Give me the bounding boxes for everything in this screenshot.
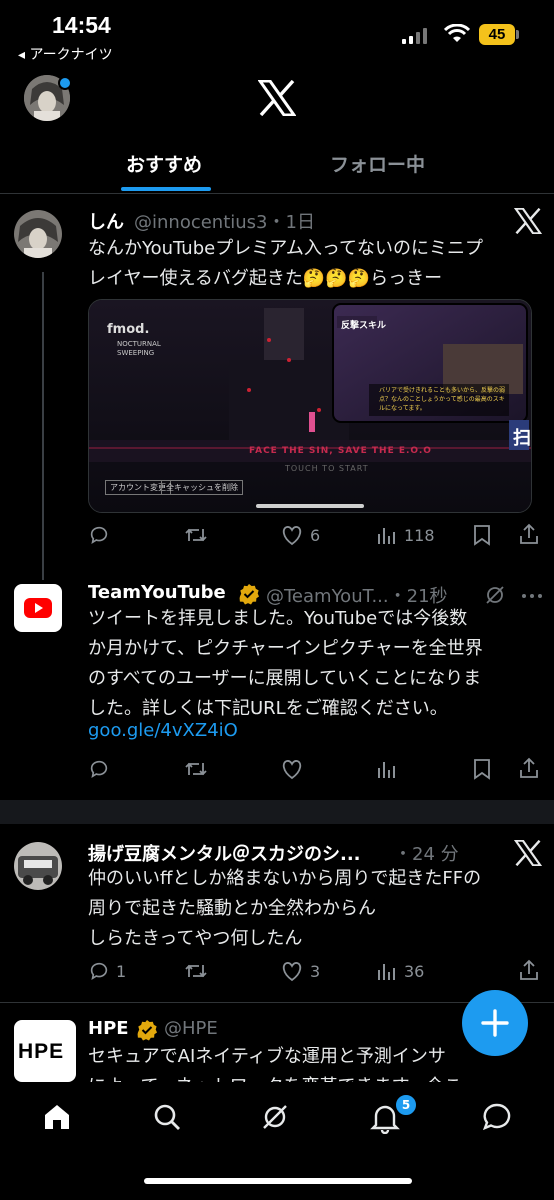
grok-icon[interactable] [260,1102,290,1132]
cellular-signal-icon [402,28,427,44]
tweet-text: ツイートを拝見しました。YouTubeでは今後数 か月かけて、ピクチャーインピク… [88,608,483,719]
tweet-author-name[interactable]: TeamYouTube [88,582,226,603]
media-game-title: NOCTURNAL SWEEPING [117,340,161,357]
grok-icon[interactable] [484,584,506,606]
views-icon [378,528,395,544]
tweet-author-name[interactable]: HPE [88,1018,129,1039]
status-time: 14:54 [52,12,111,38]
views-count: 36 [404,961,425,981]
hpe-logo-text: HPE [18,1040,65,1063]
views-button[interactable]: 118 [376,524,435,546]
like-button[interactable]: 6 [280,524,320,546]
thread-connector-line [42,272,44,580]
views-count: 118 [404,525,435,545]
tweet-avatar[interactable] [14,842,62,890]
compose-button[interactable] [462,990,528,1056]
youtube-logo-icon [24,598,52,618]
share-icon[interactable] [518,522,540,546]
x-logo-icon[interactable] [258,80,296,116]
reply-icon [90,526,108,545]
retweet-icon [185,964,207,978]
avatar-art [14,842,62,890]
notification-dot [58,76,72,90]
tweet-author-name[interactable]: しん [88,208,124,234]
section-separator [0,800,554,824]
views-button[interactable] [376,758,404,780]
messages-icon[interactable] [482,1102,512,1132]
share-icon[interactable] [518,756,540,780]
active-tab-indicator [121,187,211,191]
media-caption: バリアで受けきれることも多いから、反撃の弱点？なんのことしょうかって感じの最高の… [379,387,506,412]
avatar-art [14,210,62,258]
like-button[interactable]: 3 [280,960,320,982]
media-touch-text: TOUCH TO START [285,464,369,473]
tweet-text: 仲のいいffとしか絡まないから周りで起きたFFの 周りで起きた騒動とか全然わから… [88,868,482,949]
media-big-char: 扫 [513,428,531,449]
tweet-author-name[interactable]: 揚げ豆腐メンタル＠スカジのシ... [88,840,361,866]
tweet-author-handle[interactable]: ・24 分 [394,840,459,866]
tweet-avatar[interactable] [14,210,62,258]
tab-recommended[interactable]: おすすめ [126,150,202,177]
verified-badge-icon [239,584,259,605]
reply-icon [90,962,108,981]
retweet-button[interactable] [184,758,214,780]
like-count: 6 [310,525,321,545]
x-icon[interactable] [514,208,542,234]
x-icon[interactable] [514,840,542,866]
like-count: 3 [310,961,321,981]
tweet-media-image[interactable]: fmod. NOCTURNAL SWEEPING 反撃スキル バリアで受けきれる… [88,299,532,513]
tweet-link[interactable]: goo.gle/4vXZ4iO [88,720,238,741]
heart-icon [282,962,302,982]
bookmark-icon[interactable] [472,524,492,546]
media-tag-title: 反撃スキル [341,321,387,331]
views-icon [378,964,395,980]
retweet-icon [185,762,207,776]
heart-icon [282,526,302,546]
reply-count: 1 [116,961,127,981]
home-icon[interactable] [42,1102,72,1132]
header-divider [0,193,554,194]
verified-badge-icon [137,1020,157,1041]
tweet-author-handle[interactable]: @innocentius3・1日 [134,208,315,234]
tweet-avatar[interactable] [14,584,62,632]
media-banner: FACE THE SIN, SAVE THE E.O.O [249,446,432,456]
retweet-button[interactable] [184,960,214,982]
tweet-text: なんかYouTubeプレミアム入ってないのにミニプ レイヤー使えるバグ起きた🤔🤔… [88,238,484,289]
home-indicator [144,1178,412,1184]
battery-indicator: 45 [479,24,515,45]
more-options-icon[interactable] [522,594,542,598]
heart-icon [282,760,302,780]
reply-icon [90,760,108,779]
bookmark-icon[interactable] [472,758,492,780]
reply-button[interactable]: 1 [88,960,126,982]
like-button[interactable] [280,758,310,780]
battery-nub [516,30,519,39]
plus-icon [481,1009,509,1037]
tweet-avatar[interactable]: HPE [14,1020,76,1082]
tab-following[interactable]: フォロー中 [330,150,425,177]
tweet-author-handle[interactable]: @HPE [164,1018,218,1039]
wifi-icon [444,24,470,42]
reply-button[interactable] [88,758,116,780]
media-home-bar [256,504,364,508]
back-to-app-link[interactable]: ◂ アークナイツ [18,44,113,64]
notification-badge: 5 [394,1093,418,1117]
search-icon[interactable] [152,1102,182,1132]
views-icon [378,762,395,778]
reply-button[interactable] [88,524,116,546]
media-btn-cache: 全キャッシュを削除 [161,480,243,495]
views-button[interactable]: 36 [376,960,424,982]
share-icon[interactable] [518,958,540,982]
retweet-button[interactable] [184,524,214,546]
media-brand-text: fmod. [107,322,150,337]
retweet-icon [185,528,207,542]
